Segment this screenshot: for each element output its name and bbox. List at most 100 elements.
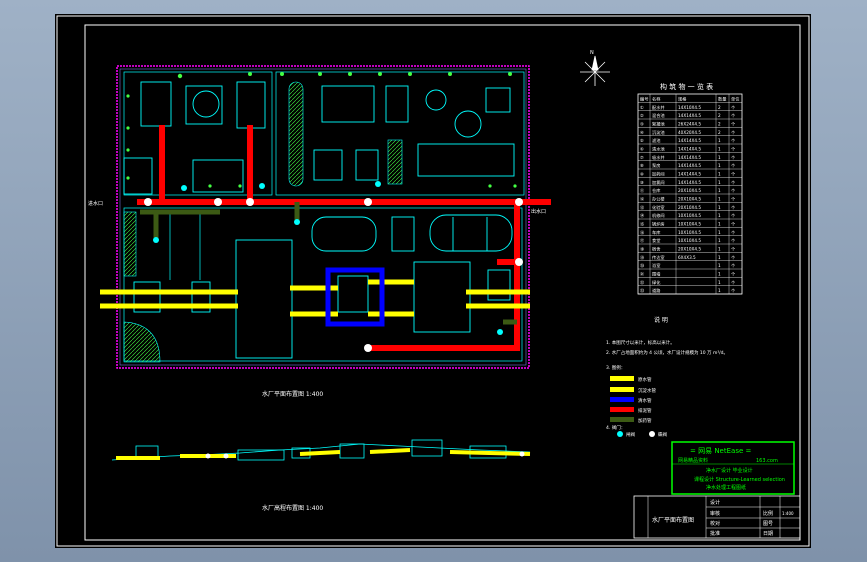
building-1 <box>140 81 172 127</box>
table-cell: 个 <box>731 288 736 293</box>
table-cell: 1 <box>718 288 721 293</box>
table-title: 构 筑 物 一 览 表 <box>660 82 713 91</box>
tb-row-1: 设计 <box>710 499 720 506</box>
elevation-profile <box>111 439 531 461</box>
table-cell: 个 <box>731 280 736 285</box>
building-4 <box>321 85 375 123</box>
table-cell: 1 <box>718 263 721 268</box>
table-cell: 40X20X4.5 <box>678 130 701 135</box>
table-cell: ⑳ <box>640 262 645 269</box>
table-cell: 机修间 <box>652 212 665 219</box>
table-cell: 个 <box>731 105 736 110</box>
table-cell: ② <box>640 113 644 118</box>
title-line-3: 净水处理工程图纸 <box>706 484 746 491</box>
table-cell: 加药间 <box>652 171 665 178</box>
table-cell: 14X14X4.5 <box>678 138 701 143</box>
table-cell: 10X10X4.5 <box>678 222 701 227</box>
cad-viewport: 水厂平面布置图 1:400 水厂高程布置图 1:400 进水口 出水口 N 构 … <box>0 0 867 562</box>
table-cell: ㉓ <box>640 287 645 294</box>
tb-field-2: 图号 <box>763 521 773 527</box>
tb-scale: 1:400 <box>782 511 794 516</box>
table-cell: 浴室 <box>652 262 660 269</box>
building-10 <box>192 159 244 193</box>
note-line-3: 3. 图例： <box>606 364 625 371</box>
table-cell: 1 <box>718 188 721 193</box>
table-cell: 个 <box>731 172 736 177</box>
tb-row-2: 审核 <box>710 510 720 517</box>
profile-caption: 水厂高程布置图 1:400 <box>262 504 323 512</box>
table-cell: 1 <box>718 138 721 143</box>
north-label: N <box>590 50 594 56</box>
table-cell: 26X24X4.5 <box>678 122 701 127</box>
table-cell: 传达室 <box>652 254 665 261</box>
table-cell: 车库 <box>652 229 660 236</box>
table-cell: 个 <box>731 255 736 260</box>
table-cell: 1 <box>718 213 721 218</box>
table-header-cell: 单位 <box>731 96 739 103</box>
building-11 <box>123 157 153 195</box>
table-cell: ㉑ <box>640 271 645 278</box>
table-cell: ⑧ <box>640 163 644 168</box>
drawing-name: 水厂平面布置图 <box>652 516 694 524</box>
table-cell: 1 <box>718 238 721 243</box>
table-cell: ⑰ <box>640 237 645 244</box>
table-cells: 编号 名称 规格 数量 单位 ① 配水井 14X10X4.5 2 个 ② 混合池 14X14X4.5 2 个… <box>640 96 739 295</box>
table-cell: 14X14X4.5 <box>678 172 701 177</box>
table-cell: 个 <box>731 238 736 243</box>
table-cell: 化验室 <box>652 204 665 211</box>
legend-label-3: 清水管 <box>638 397 652 404</box>
table-cell: 个 <box>731 213 736 218</box>
legend-label-1: 原水管 <box>638 376 652 383</box>
table-cell: ⑪ <box>640 187 645 194</box>
table-header-cell: 规格 <box>678 96 687 103</box>
title-line-1: 净水厂设计 毕业设计 <box>706 467 753 474</box>
table-cell: 14X14X4.5 <box>678 113 701 118</box>
legend-label-2: 沉淀水管 <box>638 387 656 394</box>
table-cell: 10X10X4.5 <box>678 238 701 243</box>
tb-field-3: 日期 <box>763 531 773 537</box>
valve-label-2: 蝶阀 <box>658 431 667 438</box>
note-line-2: 2. 水厂占地面积约为 4 公顷，水厂设计规模为 10 万 m³/d。 <box>606 349 728 356</box>
table-cell: 1 <box>718 255 721 260</box>
site-text: 163.com <box>756 458 778 464</box>
table-cell: ⑥ <box>640 147 644 152</box>
table-cell: ⑫ <box>640 196 645 203</box>
table-cell: 1 <box>718 197 721 202</box>
table-cell: 锅炉房 <box>652 221 665 228</box>
building-7 <box>313 149 343 181</box>
table-cell: 吸水井 <box>652 154 665 161</box>
table-cell: 1 <box>718 247 721 252</box>
building-6 <box>485 87 511 113</box>
building-18 <box>337 275 369 313</box>
brand-text: = 网易 NetEase = <box>690 447 751 455</box>
table-cell: 2 <box>718 113 721 118</box>
table-cell: 个 <box>731 163 736 168</box>
table-cell: ⑨ <box>640 172 644 177</box>
table-cell: 1 <box>718 180 721 185</box>
table-cell: 个 <box>731 230 736 235</box>
table-cell: 个 <box>731 222 736 227</box>
table-cell: 1 <box>718 230 721 235</box>
trees <box>126 72 517 188</box>
table-cell: 1 <box>718 155 721 160</box>
table-cell: 围墙 <box>652 271 660 278</box>
green-areas <box>123 81 403 363</box>
table-cell: ⑮ <box>640 221 645 228</box>
legend-label-4: 排泥管 <box>638 407 652 414</box>
table-cell: 清水池 <box>652 146 665 153</box>
table-cell: ⑲ <box>640 254 645 261</box>
table-cell: 个 <box>731 147 736 152</box>
table-cell: 混合池 <box>652 112 665 119</box>
table-cell: 20X10X4.5 <box>678 247 701 252</box>
table-cell: 配水井 <box>652 104 665 111</box>
table-cell: 1 <box>718 205 721 210</box>
table-cell: ⑱ <box>640 246 645 253</box>
tb-field-1: 比例 <box>763 510 773 517</box>
building-2 <box>185 85 223 125</box>
table-cell: 仓库 <box>652 187 660 194</box>
outer-frame <box>56 15 810 547</box>
table-cell: 10X10X4.5 <box>678 213 701 218</box>
table-cell: 个 <box>731 197 736 202</box>
table-cell: ④ <box>640 130 644 135</box>
table-cell: 20X10X4.5 <box>678 197 701 202</box>
